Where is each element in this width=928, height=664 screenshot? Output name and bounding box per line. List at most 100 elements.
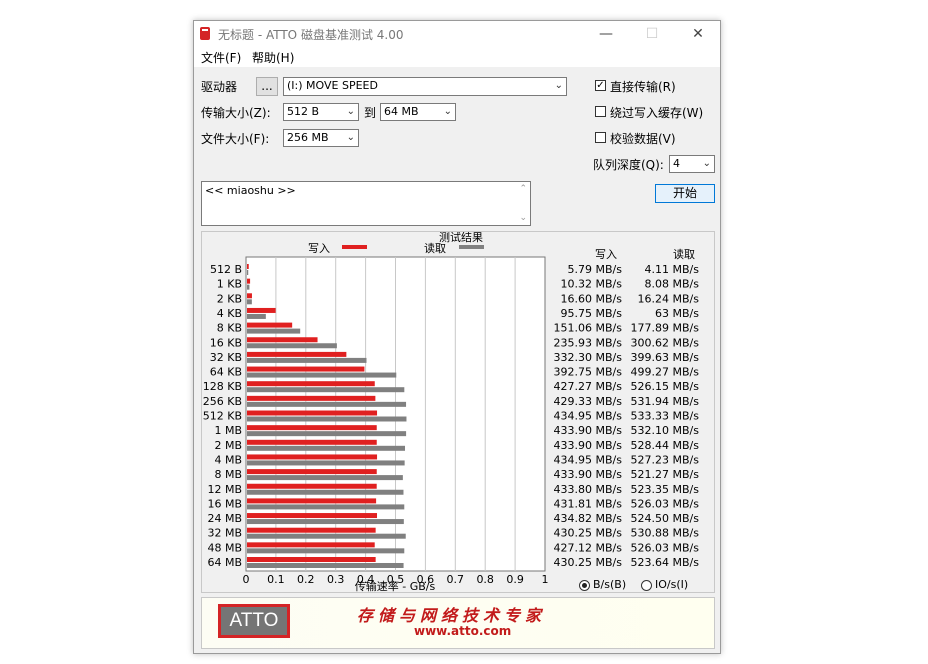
transfer-from-value: 512 B xyxy=(287,105,320,118)
start-button[interactable]: 开始 xyxy=(655,184,715,203)
bypass-cache-label: 绕过写入缓存(W) xyxy=(610,106,704,120)
read-bar xyxy=(247,387,405,393)
close-icon[interactable]: ✕ xyxy=(676,21,720,47)
bypass-cache-checkbox[interactable] xyxy=(595,106,606,117)
unit-bs-radio[interactable] xyxy=(579,580,590,591)
read-value-text: 399.63 MB/s xyxy=(631,351,700,364)
write-value-text: 235.93 MB/s xyxy=(554,336,623,349)
x-tick-label: 0.3 xyxy=(327,573,345,586)
read-bar xyxy=(247,343,337,349)
read-value-text: 523.64 MB/s xyxy=(631,556,700,569)
x-axis-label: 传输速率 - GB/s xyxy=(355,579,436,592)
y-tick-label: 1 MB xyxy=(214,424,242,437)
y-tick-label: 32 MB xyxy=(207,527,242,540)
menu-bar: 文件(F) 帮助(H) xyxy=(194,47,720,67)
verify-label: 校验数据(V) xyxy=(610,132,676,146)
write-bar xyxy=(247,542,375,548)
write-bar xyxy=(247,293,252,299)
banner-website-link[interactable]: www.atto.com xyxy=(414,624,511,638)
write-value-text: 430.25 MB/s xyxy=(554,527,623,540)
read-value-text: 530.88 MB/s xyxy=(631,527,700,540)
x-tick-label: 1 xyxy=(542,573,549,586)
read-value-text: 16.24 MB/s xyxy=(638,292,700,305)
write-value-text: 427.12 MB/s xyxy=(554,541,623,554)
read-value-text: 528.44 MB/s xyxy=(631,439,700,452)
write-bar xyxy=(247,483,377,489)
description-textarea[interactable]: << miaoshu >> ⌃ ⌄ xyxy=(201,181,531,226)
queue-depth-value: 4 xyxy=(673,157,680,170)
read-value-text: 527.23 MB/s xyxy=(631,453,700,466)
y-tick-label: 16 MB xyxy=(207,497,242,510)
write-value-text: 433.90 MB/s xyxy=(554,424,623,437)
title-bar: 无标题 - ATTO 磁盘基准测试 4.00 — ☐ ✕ xyxy=(194,21,720,47)
write-bar xyxy=(247,498,377,504)
y-tick-label: 256 KB xyxy=(203,395,242,408)
unit-bs-label: B/s(B) xyxy=(593,578,627,591)
read-bar xyxy=(247,431,407,437)
value-columns: 5.79 MB/s 4.11 MB/s10.32 MB/s 8.08 MB/s16.… xyxy=(554,263,700,569)
read-bar xyxy=(247,504,405,510)
drive-select[interactable]: (I:) MOVE SPEED ⌄ xyxy=(283,77,567,96)
minimize-icon[interactable]: — xyxy=(584,21,628,47)
atto-logo: ATTO xyxy=(218,604,290,638)
verify-checkbox[interactable] xyxy=(595,132,606,143)
queue-depth-select[interactable]: 4 ⌄ xyxy=(669,155,715,173)
x-tick-label: 0.1 xyxy=(267,573,285,586)
write-value-text: 433.80 MB/s xyxy=(554,483,623,496)
atto-banner[interactable]: ATTO 存储与网络技术专家 www.atto.com xyxy=(201,597,715,649)
scroll-down-icon[interactable]: ⌄ xyxy=(519,213,527,223)
chevron-down-icon: ⌄ xyxy=(346,106,355,117)
chevron-down-icon: ⌄ xyxy=(702,158,711,169)
direct-io-checkbox[interactable]: ✓ xyxy=(595,80,606,91)
unit-ios-radio[interactable] xyxy=(641,580,652,591)
read-value-text: 531.94 MB/s xyxy=(631,395,700,408)
read-bar xyxy=(247,313,266,319)
read-bar xyxy=(247,445,406,451)
write-bar xyxy=(247,278,251,284)
menu-help[interactable]: 帮助(H) xyxy=(252,49,294,66)
read-value-text: 526.03 MB/s xyxy=(631,497,700,510)
write-bar xyxy=(247,322,293,328)
atto-app-icon xyxy=(200,27,210,40)
direct-io-label: 直接传输(R) xyxy=(610,80,676,94)
y-tick-label: 2 MB xyxy=(214,439,242,452)
file-size-select[interactable]: 256 MB ⌄ xyxy=(283,129,359,147)
legend-read-label: 读取 xyxy=(424,241,446,255)
maximize-icon[interactable]: ☐ xyxy=(630,21,674,47)
read-bar xyxy=(247,328,301,334)
transfer-from-select[interactable]: 512 B ⌄ xyxy=(283,103,359,121)
y-tick-label: 8 KB xyxy=(217,322,242,335)
transfer-to-select[interactable]: 64 MB ⌄ xyxy=(380,103,456,121)
read-bar xyxy=(247,372,397,378)
write-value-text: 434.82 MB/s xyxy=(554,512,623,525)
y-tick-labels: 512 B 1 KB2 KB 4 KB 8 KB16 KB 32 KB 64 KB128 … xyxy=(203,263,242,569)
read-value-text: 499.27 MB/s xyxy=(631,366,700,379)
to-label: 到 xyxy=(364,106,377,120)
scroll-up-icon[interactable]: ⌃ xyxy=(519,184,527,194)
app-window: 无标题 - ATTO 磁盘基准测试 4.00 — ☐ ✕ 文件(F) 帮助(H)… xyxy=(193,20,721,654)
write-bar xyxy=(247,469,377,475)
x-tick-label: 0.7 xyxy=(447,573,465,586)
write-bar xyxy=(247,425,377,431)
y-tick-label: 64 MB xyxy=(207,556,242,569)
y-tick-label: 48 MB xyxy=(207,541,242,554)
write-value-text: 95.75 MB/s xyxy=(561,307,623,320)
read-bar xyxy=(247,299,252,305)
write-value-text: 427.27 MB/s xyxy=(554,380,623,393)
menu-file[interactable]: 文件(F) xyxy=(201,49,241,66)
read-bar xyxy=(247,357,367,363)
write-bar xyxy=(247,381,375,387)
read-value-text: 177.89 MB/s xyxy=(631,322,700,335)
write-bar xyxy=(247,410,378,416)
browse-button[interactable]: ... xyxy=(256,77,278,96)
write-bar xyxy=(247,439,377,445)
read-bar xyxy=(247,416,407,422)
write-value-text: 434.95 MB/s xyxy=(554,453,623,466)
read-bar xyxy=(247,548,405,554)
y-tick-label: 32 KB xyxy=(210,351,242,364)
checkmark-icon: ✓ xyxy=(596,80,605,91)
write-value-text: 332.30 MB/s xyxy=(554,351,623,364)
write-value-text: 16.60 MB/s xyxy=(561,292,623,305)
read-value-text: 524.50 MB/s xyxy=(631,512,700,525)
transfer-to-value: 64 MB xyxy=(384,105,419,118)
